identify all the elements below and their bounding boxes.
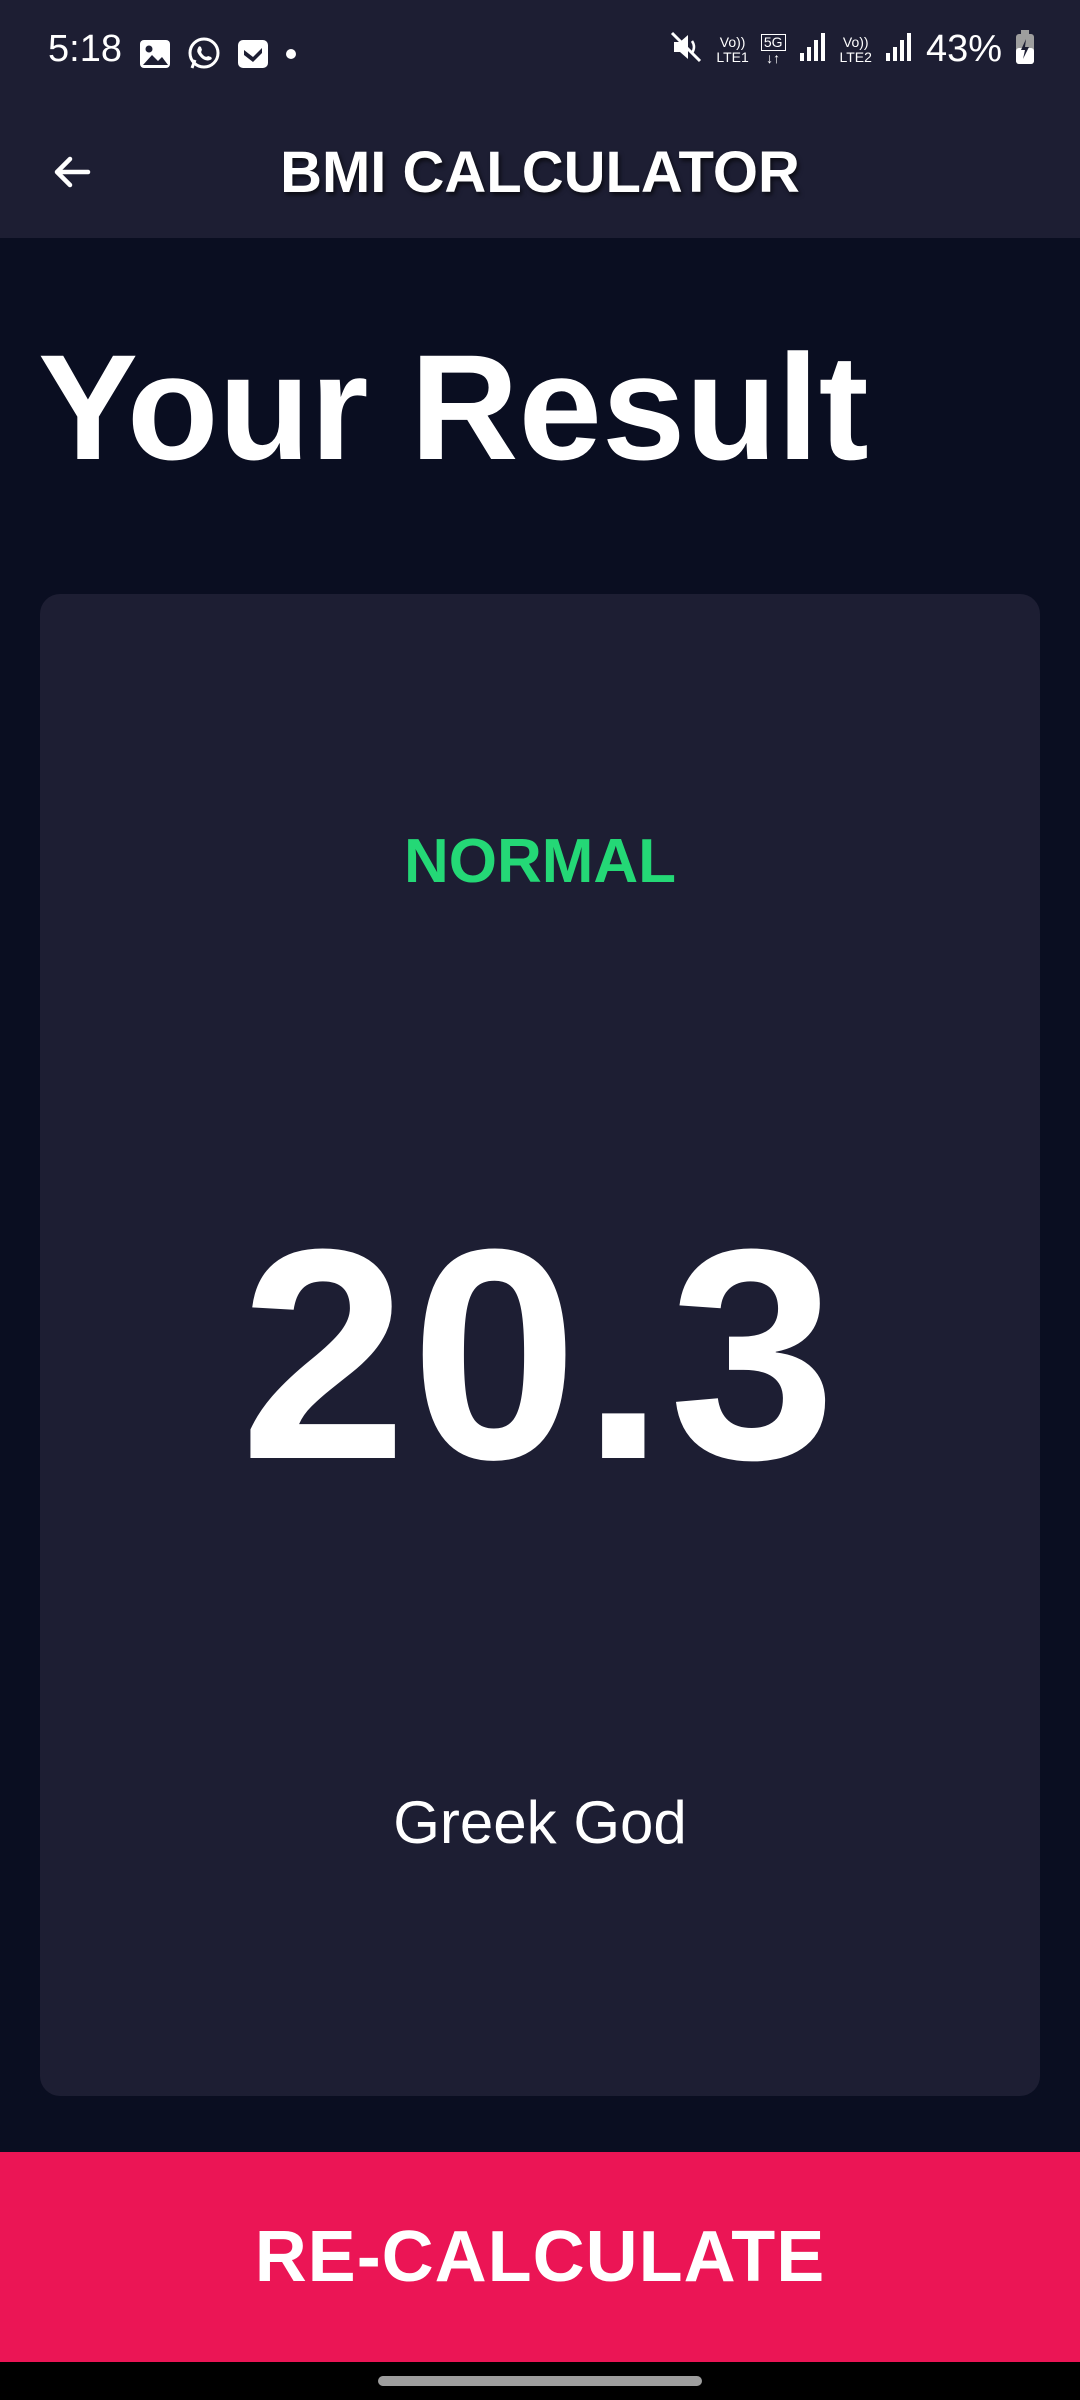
app-icon (236, 37, 270, 76)
signal-icon (798, 31, 828, 68)
recalculate-button[interactable]: RE-CALCULATE (0, 2152, 1080, 2362)
app-bar: BMI CALCULATOR (0, 110, 1080, 238)
battery-percent: 43% (925, 28, 1002, 70)
result-card: NORMAL 20.3 Greek God (40, 594, 1040, 2096)
dot-icon (284, 47, 298, 66)
status-bar: 5:18 Vo)) LTE1 5G ↓↑ Vo)) LTE2 43% (0, 0, 1080, 110)
status-time: 5:18 (48, 28, 122, 70)
network-label: 5G ↓↑ (760, 33, 786, 66)
mute-icon (668, 29, 704, 70)
system-indicators: Vo)) LTE1 5G ↓↑ Vo)) LTE2 43% (668, 28, 1036, 71)
bmi-result-screen: 5:18 Vo)) LTE1 5G ↓↑ Vo)) LTE2 43% BMI C… (0, 0, 1080, 2400)
whatsapp-icon (186, 36, 222, 77)
system-nav-bar (0, 2362, 1080, 2400)
signal-icon (884, 31, 914, 68)
home-indicator[interactable] (378, 2376, 702, 2386)
recalculate-label: RE-CALCULATE (254, 2217, 826, 2297)
bmi-value: 20.3 (240, 1186, 840, 1522)
bmi-interpretation: Greek God (393, 1789, 687, 1856)
page-title: Your Result (38, 323, 869, 491)
bmi-status-label: NORMAL (403, 827, 677, 896)
sim1-label: Vo)) LTE1 (716, 33, 749, 65)
app-title: BMI CALCULATOR (280, 140, 800, 205)
gallery-icon (138, 37, 172, 76)
sim2-label: Vo)) LTE2 (839, 33, 872, 65)
battery-icon (1014, 29, 1036, 70)
notification-icons (138, 36, 298, 77)
